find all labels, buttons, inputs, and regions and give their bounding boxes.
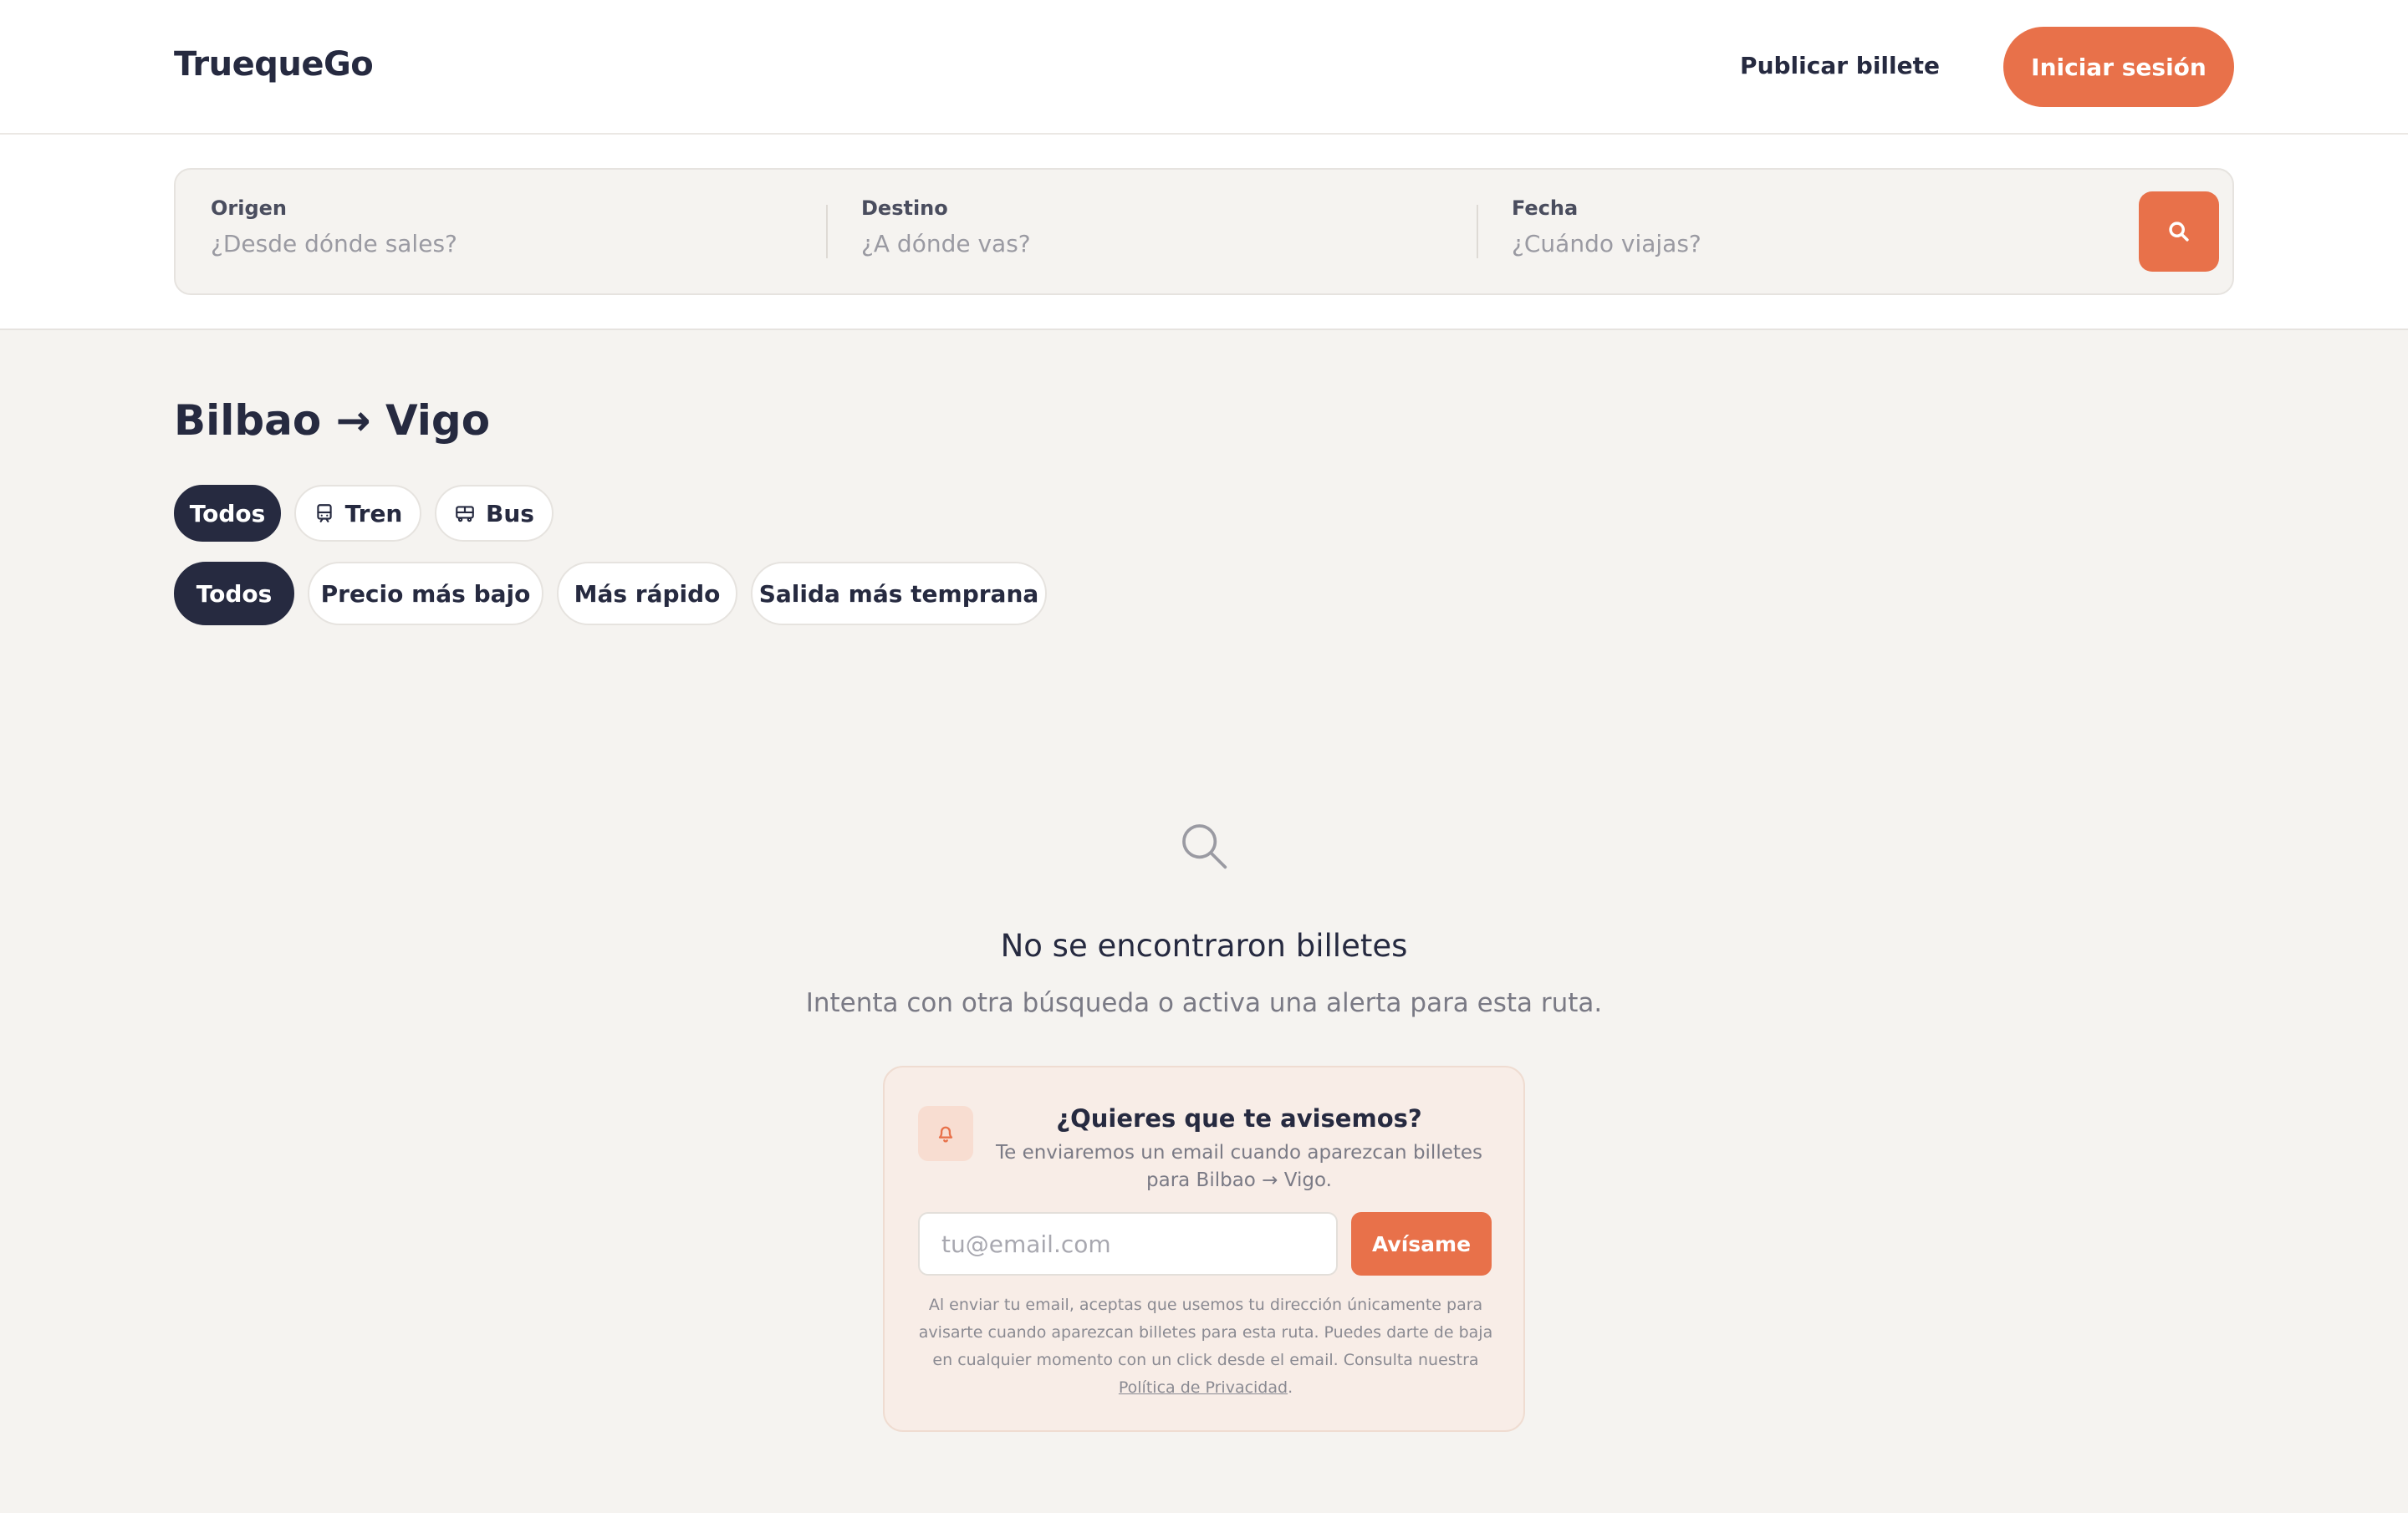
origin-label: Origen	[211, 196, 288, 220]
bell-icon	[938, 1126, 953, 1143]
search-icon	[2169, 222, 2189, 242]
bus-icon	[456, 506, 474, 522]
destination-input[interactable]	[861, 230, 1443, 257]
origin-field[interactable]: Origen	[177, 170, 826, 293]
search-section: Origen Destino Fecha	[0, 135, 2408, 330]
email-input[interactable]	[918, 1212, 1338, 1276]
alert-title: ¿Quieres que te avisemos?	[1056, 1104, 1422, 1133]
bell-icon-container	[918, 1106, 973, 1161]
publish-ticket-link[interactable]: Publicar billete	[1740, 52, 1940, 79]
chip-label: Bus	[486, 499, 534, 527]
search-icon	[1182, 824, 1227, 869]
transport-filter-all[interactable]: Todos	[174, 485, 281, 542]
alert-description: Te enviaremos un email cuando aparezcan …	[995, 1142, 1483, 1191]
logo[interactable]: TruequeGo	[174, 45, 374, 84]
chip-label: Todos	[189, 499, 266, 527]
notify-me-button[interactable]: Avísame	[1351, 1212, 1492, 1276]
train-icon	[316, 504, 332, 522]
transport-filter-train[interactable]: Tren	[294, 485, 421, 542]
chip-label: Tren	[344, 499, 403, 527]
route-title: Bilbao → Vigo	[174, 396, 491, 445]
search-form: Origen Destino Fecha	[174, 168, 2234, 295]
date-input[interactable]	[1512, 230, 2089, 257]
empty-state-title: No se encontraron billetes	[1000, 928, 1408, 964]
date-field[interactable]: Fecha	[1478, 170, 2122, 293]
privacy-notice: Al enviar tu email, aceptas que usemos t…	[918, 1291, 1493, 1402]
sort-filter-all[interactable]: Todos	[174, 562, 294, 625]
sort-filter-fastest[interactable]: Más rápido	[557, 562, 737, 625]
destination-field[interactable]: Destino	[828, 170, 1477, 293]
date-label: Fecha	[1512, 196, 1579, 220]
destination-label: Destino	[861, 196, 948, 220]
privacy-notice-text: Al enviar tu email, aceptas que usemos t…	[918, 1296, 1493, 1369]
privacy-policy-link[interactable]: Política de Privacidad	[1119, 1378, 1288, 1397]
route-alert-card: ¿Quieres que te avisemos? Te enviaremos …	[883, 1066, 1525, 1432]
privacy-notice-end: .	[1288, 1378, 1293, 1397]
empty-state-subtitle: Intenta con otra búsqueda o activa una a…	[805, 988, 1603, 1018]
login-button[interactable]: Iniciar sesión	[2003, 27, 2234, 107]
sort-filter-earliest-departure[interactable]: Salida más temprana	[751, 562, 1047, 625]
site-header: TruequeGo Publicar billete Iniciar sesió…	[0, 0, 2408, 135]
sort-filter-lowest-price[interactable]: Precio más bajo	[308, 562, 543, 625]
origin-input[interactable]	[211, 230, 793, 257]
transport-filter-bus[interactable]: Bus	[435, 485, 554, 542]
search-button[interactable]	[2139, 191, 2219, 272]
